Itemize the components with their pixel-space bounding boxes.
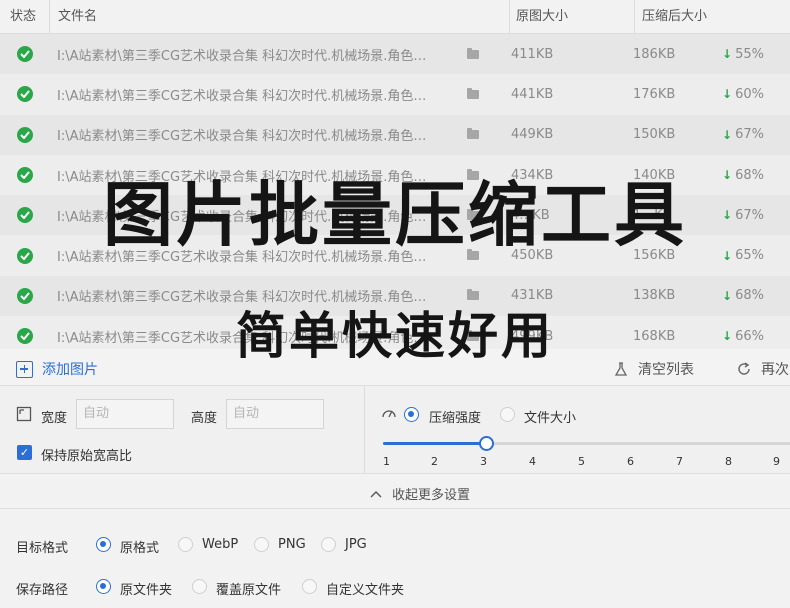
path-option-overwrite: 覆盖原文件 — [216, 583, 282, 598]
path-radio-custom-folder[interactable] — [302, 579, 317, 594]
check-circle-icon — [17, 46, 33, 63]
format-option-png: PNG — [278, 537, 306, 552]
original-size: 411KB — [511, 46, 554, 62]
path-radio-original-folder[interactable] — [96, 579, 111, 594]
compressed-size: 176KB — [633, 86, 676, 102]
arrow-down-icon: ↓ — [722, 47, 733, 62]
column-header-status[interactable]: 状态 — [2, 0, 36, 34]
original-size: 441KB — [511, 86, 554, 102]
strength-label: 压缩强度 — [429, 411, 482, 426]
target-format-label: 目标格式 — [16, 541, 69, 556]
folder-icon[interactable] — [467, 87, 479, 99]
strength-radio[interactable] — [404, 407, 419, 422]
reduction-percent: 60% — [735, 86, 764, 102]
column-header-compressed-size[interactable]: 压缩后大小 — [634, 0, 707, 34]
width-label: 宽度 — [41, 411, 68, 426]
slider-tick: 9 — [773, 455, 780, 468]
check-circle-icon — [17, 86, 33, 103]
compressed-size: 150KB — [633, 127, 676, 143]
slider-tick: 7 — [676, 455, 683, 468]
arrow-down-icon: ↓ — [722, 87, 733, 102]
arrow-down-icon: ↓ — [722, 127, 733, 142]
keep-ratio-checkbox[interactable]: ✓ — [17, 445, 32, 460]
slider-tick: 8 — [725, 455, 732, 468]
slider-tick: 4 — [529, 455, 536, 468]
filesize-label: 文件大小 — [524, 411, 577, 426]
reduction-percent: 55% — [735, 46, 764, 62]
strength-slider-fill — [383, 442, 484, 445]
path-option-original-folder: 原文件夹 — [120, 583, 173, 598]
reduction-percent: 67% — [735, 127, 764, 143]
column-header-original-size[interactable]: 原图大小 — [508, 0, 568, 34]
keep-ratio-label: 保持原始宽高比 — [41, 449, 133, 464]
overlay-title: 图片批量压缩工具 — [103, 174, 687, 256]
filename: I:\A站素材\第三季CG艺术收录合集 科幻次时代.机械场景.角色… — [57, 129, 427, 145]
format-radio-jpg[interactable] — [321, 537, 336, 552]
slider-tick: 1 — [383, 455, 390, 468]
strength-slider-thumb[interactable] — [479, 436, 494, 451]
format-option-original: 原格式 — [120, 541, 160, 556]
width-input[interactable]: 自动 — [76, 399, 174, 429]
table-row[interactable]: I:\A站素材\第三季CG艺术收录合集 科幻次时代.机械场景.角色… 449KB… — [0, 114, 790, 155]
slider-tick: 2 — [431, 455, 438, 468]
table-header: 状态 文件名 原图大小 压缩后大小 — [0, 0, 790, 34]
filesize-radio[interactable] — [500, 407, 515, 422]
slider-tick: 6 — [627, 455, 634, 468]
folder-icon[interactable] — [467, 47, 479, 59]
folder-icon[interactable] — [467, 128, 479, 140]
path-radio-overwrite[interactable] — [192, 579, 207, 594]
collapse-settings-label: 收起更多设置 — [392, 488, 471, 503]
collapse-settings-button[interactable]: 收起更多设置 — [370, 484, 470, 503]
format-radio-original[interactable] — [96, 537, 111, 552]
save-path-label: 保存路径 — [16, 583, 69, 598]
original-size: 449KB — [511, 127, 554, 143]
chevron-up-icon — [370, 490, 382, 497]
slider-tick: 3 — [480, 455, 487, 468]
filename: I:\A站素材\第三季CG艺术收录合集 科幻次时代.机械场景.角色… — [57, 48, 427, 64]
check-circle-icon — [17, 126, 33, 143]
slider-tick: 5 — [578, 455, 585, 468]
height-input[interactable]: 自动 — [226, 399, 324, 429]
height-label: 高度 — [191, 411, 218, 426]
filename: I:\A站素材\第三季CG艺术收录合集 科幻次时代.机械场景.角色… — [57, 88, 427, 104]
column-header-filename[interactable]: 文件名 — [50, 0, 97, 34]
format-radio-webp[interactable] — [178, 537, 193, 552]
table-row[interactable]: I:\A站素材\第三季CG艺术收录合集 科幻次时代.机械场景.角色… 411KB… — [0, 34, 790, 75]
resize-icon — [16, 406, 32, 422]
compressed-size: 186KB — [633, 46, 676, 62]
gauge-icon — [382, 410, 396, 418]
collapse-settings-bar: 收起更多设置 — [0, 475, 790, 509]
table-row[interactable]: I:\A站素材\第三季CG艺术收录合集 科幻次时代.机械场景.角色… 441KB… — [0, 74, 790, 115]
format-option-jpg: JPG — [345, 537, 367, 552]
format-radio-png[interactable] — [254, 537, 269, 552]
overlay-subtitle: 简单快速好用 — [236, 307, 554, 365]
path-option-custom-folder: 自定义文件夹 — [326, 583, 405, 598]
format-option-webp: WebP — [202, 537, 239, 552]
